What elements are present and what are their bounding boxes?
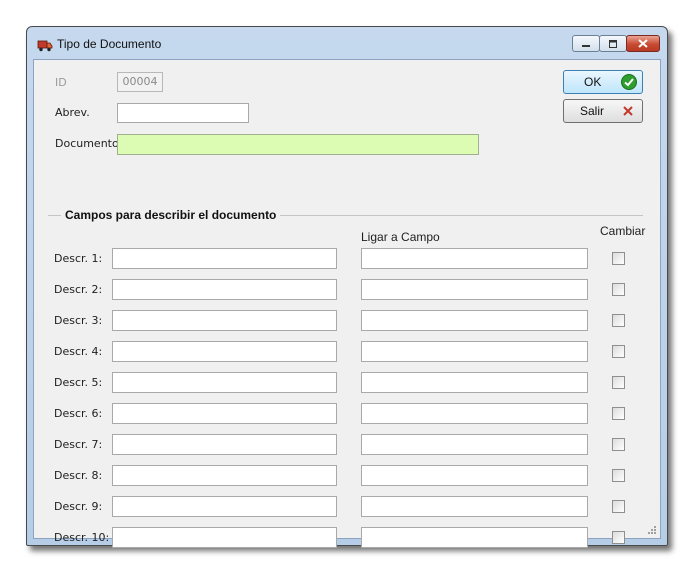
cambiar-checkbox[interactable] [612,531,625,544]
ligar-campo-input[interactable] [361,465,588,486]
descr-row: Descr. 3: [34,310,660,332]
dialog-body: ID 00004 Abrev. Documento OK Salir Campo… [33,59,661,548]
descr-input[interactable] [112,372,337,393]
documento-label: Documento [55,137,119,150]
cambiar-checkbox[interactable] [612,376,625,389]
close-x-icon [623,106,633,116]
window-title: Tipo de Documento [57,37,162,51]
descr-input[interactable] [112,434,337,455]
descr-row: Descr. 2: [34,279,660,301]
descr-label: Descr. 10: [54,531,110,544]
cambiar-column-header: Cambiar [600,224,646,238]
ligar-campo-input[interactable] [361,341,588,362]
descr-row: Descr. 4: [34,341,660,363]
descr-label: Descr. 4: [54,345,103,358]
minimize-button[interactable] [572,35,600,52]
descr-input[interactable] [112,465,337,486]
descr-label: Descr. 7: [54,438,103,451]
ligar-campo-input[interactable] [361,372,588,393]
title-bar[interactable]: Tipo de Documento [27,27,667,59]
descr-input[interactable] [112,527,337,548]
descr-input[interactable] [112,496,337,517]
descr-label: Descr. 6: [54,407,103,420]
descr-input[interactable] [112,341,337,362]
abrev-field[interactable] [117,103,249,123]
salir-button-label: Salir [580,104,605,118]
descr-label: Descr. 5: [54,376,103,389]
group-title: Campos para describir el documento [61,208,281,222]
abrev-label: Abrev. [55,106,90,119]
descr-row: Descr. 10: [34,527,660,549]
descr-row: Descr. 7: [34,434,660,456]
truck-icon [37,40,53,52]
ok-button-label: OK [584,75,602,89]
descr-input[interactable] [112,279,337,300]
descr-row: Descr. 9: [34,496,660,518]
descr-label: Descr. 9: [54,500,103,513]
cambiar-checkbox[interactable] [612,314,625,327]
id-label: ID [55,76,67,89]
salir-button[interactable]: Salir [563,99,643,123]
dialog-window: Tipo de Documento ID 00004 Abrev. Docume… [26,26,668,548]
ligar-campo-input[interactable] [361,527,588,548]
close-icon [638,39,648,48]
minimize-icon [582,44,590,47]
cambiar-checkbox[interactable] [612,438,625,451]
descr-label: Descr. 8: [54,469,103,482]
descr-input[interactable] [112,310,337,331]
descr-input[interactable] [112,248,337,269]
ligar-campo-input[interactable] [361,248,588,269]
descr-row: Descr. 1: [34,248,660,270]
maximize-icon [609,39,617,48]
ligar-campo-input[interactable] [361,496,588,517]
ligar-campo-input[interactable] [361,310,588,331]
descr-input[interactable] [112,403,337,424]
maximize-button[interactable] [599,35,627,52]
close-button[interactable] [626,35,660,52]
id-field: 00004 [117,72,163,92]
descr-row: Descr. 5: [34,372,660,394]
cambiar-checkbox[interactable] [612,407,625,420]
descr-label: Descr. 3: [54,314,103,327]
ligar-campo-input[interactable] [361,434,588,455]
documento-field[interactable] [117,134,479,155]
ok-button[interactable]: OK [563,70,643,94]
descr-label: Descr. 1: [54,252,103,265]
cambiar-checkbox[interactable] [612,252,625,265]
check-icon [621,74,637,90]
cambiar-checkbox[interactable] [612,345,625,358]
cambiar-checkbox[interactable] [612,469,625,482]
ligar-column-header: Ligar a Campo [361,230,440,244]
resize-grip-icon[interactable] [647,525,657,535]
cambiar-checkbox[interactable] [612,283,625,296]
descr-row: Descr. 8: [34,465,660,487]
cambiar-checkbox[interactable] [612,500,625,513]
ligar-campo-input[interactable] [361,403,588,424]
descr-row: Descr. 6: [34,403,660,425]
ligar-campo-input[interactable] [361,279,588,300]
descr-label: Descr. 2: [54,283,103,296]
